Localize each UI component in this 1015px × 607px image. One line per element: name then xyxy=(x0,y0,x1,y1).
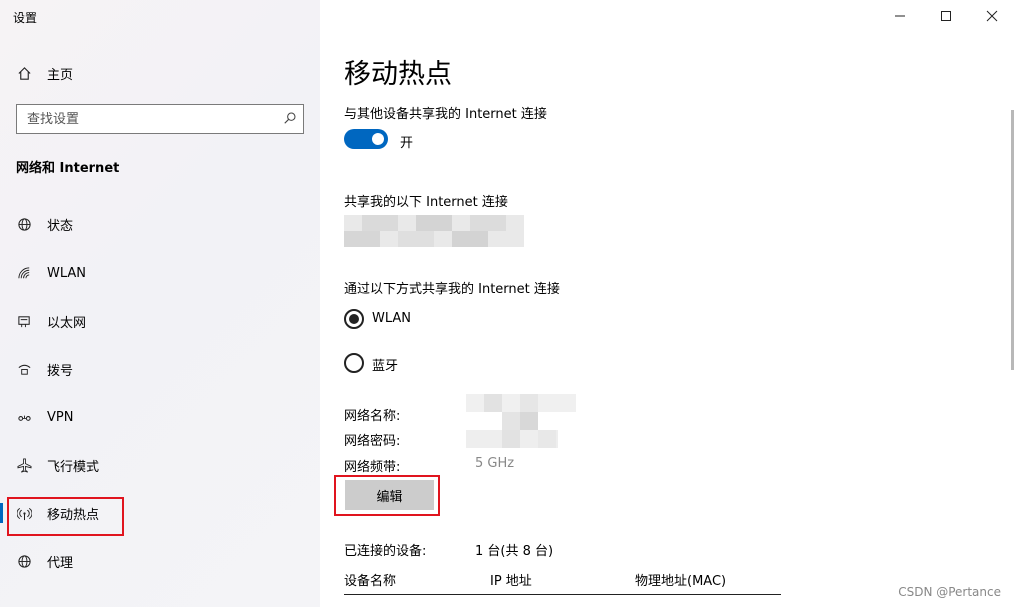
globe-icon xyxy=(16,216,32,232)
radio-bluetooth-label: 蓝牙 xyxy=(372,359,399,374)
sidebar-item-label: WLAN xyxy=(47,265,87,281)
app-title: 设置 xyxy=(13,11,38,25)
search-icon[interactable] xyxy=(283,110,297,129)
sidebar-item-label: 状态 xyxy=(47,218,74,234)
sidebar-item-vpn[interactable]: VPN xyxy=(0,399,320,435)
network-band-value: 5 GHz xyxy=(475,456,515,471)
share-from-label: 共享我的以下 Internet 连接 xyxy=(344,195,508,210)
scrollbar[interactable] xyxy=(1011,110,1014,370)
sidebar-item-airplane[interactable]: 飞行模式 xyxy=(0,447,320,483)
close-button[interactable] xyxy=(969,0,1015,32)
network-name-label: 网络名称: xyxy=(344,409,401,424)
sidebar-item-wlan[interactable]: WLAN xyxy=(0,255,320,291)
airplane-icon xyxy=(16,457,32,473)
dialup-icon xyxy=(16,361,32,377)
main-panel: 移动热点 与其他设备共享我的 Internet 连接 开 共享我的以下 Inte… xyxy=(320,0,1015,607)
highlight-box-hotspot xyxy=(7,497,124,536)
network-name-value-blurred xyxy=(466,394,576,430)
table-header-mac: 物理地址(MAC) xyxy=(635,574,727,589)
highlight-box-edit xyxy=(334,475,440,516)
minimize-button[interactable] xyxy=(877,0,923,32)
vpn-icon xyxy=(16,409,32,425)
share-label: 与其他设备共享我的 Internet 连接 xyxy=(344,107,547,122)
table-header-ip: IP 地址 xyxy=(490,574,532,589)
share-toggle[interactable] xyxy=(344,129,388,149)
toggle-state-label: 开 xyxy=(400,136,414,151)
radio-wlan[interactable] xyxy=(344,309,364,329)
sidebar-item-label: 主页 xyxy=(47,67,74,83)
sidebar-item-ethernet[interactable]: 以太网 xyxy=(0,303,320,339)
network-band-label: 网络频带: xyxy=(344,460,401,475)
sidebar-item-label: 飞行模式 xyxy=(47,459,100,475)
sidebar-item-dialup[interactable]: 拨号 xyxy=(0,351,320,387)
watermark: CSDN @Pertance xyxy=(898,585,1001,599)
search-input[interactable] xyxy=(27,111,267,127)
sidebar: 设置 主页 网络和 Internet 状态 WLAN 以太网 xyxy=(0,0,320,607)
sidebar-item-home[interactable]: 主页 xyxy=(0,55,320,91)
connected-devices-label: 已连接的设备: xyxy=(344,544,427,559)
section-title: 网络和 Internet xyxy=(16,161,120,176)
search-box[interactable] xyxy=(16,104,304,134)
share-from-dropdown[interactable] xyxy=(344,215,524,247)
table-header-divider xyxy=(344,594,781,595)
page-title: 移动热点 xyxy=(344,59,452,90)
table-header-device-name: 设备名称 xyxy=(344,574,397,589)
wifi-icon xyxy=(16,265,32,281)
maximize-button[interactable] xyxy=(923,0,969,32)
sidebar-item-label: 以太网 xyxy=(47,315,87,331)
network-password-label: 网络密码: xyxy=(344,434,401,449)
sidebar-item-label: VPN xyxy=(47,409,74,425)
share-via-label: 通过以下方式共享我的 Internet 连接 xyxy=(344,282,560,297)
radio-bluetooth[interactable] xyxy=(344,353,364,373)
radio-wlan-label: WLAN xyxy=(372,311,412,326)
connected-devices-value: 1 台(共 8 台) xyxy=(475,544,554,559)
sidebar-item-label: 拨号 xyxy=(47,363,74,379)
proxy-globe-icon xyxy=(16,553,32,569)
network-password-value-blurred xyxy=(466,430,558,448)
sidebar-item-proxy[interactable]: 代理 xyxy=(0,543,320,579)
home-icon xyxy=(16,65,32,81)
ethernet-icon xyxy=(16,313,32,329)
sidebar-item-status[interactable]: 状态 xyxy=(0,206,320,242)
sidebar-item-label: 代理 xyxy=(47,555,74,571)
toggle-knob xyxy=(372,133,384,145)
